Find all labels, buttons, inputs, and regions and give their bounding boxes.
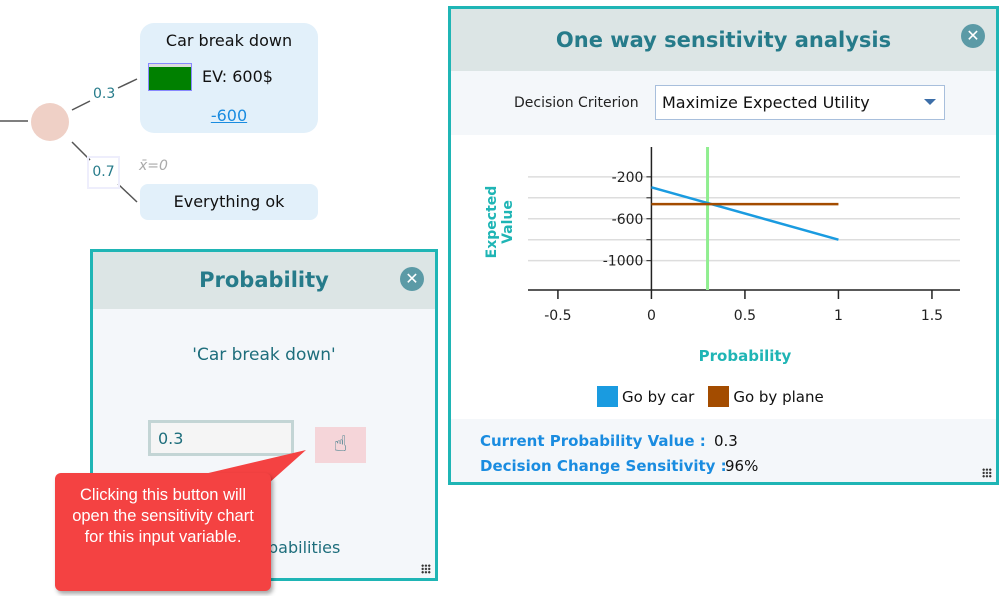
close-icon[interactable]: ✕ xyxy=(400,267,424,291)
callout: Clicking this button will open the sensi… xyxy=(55,473,271,591)
x-tick-label: 1 xyxy=(834,308,843,324)
callout-text: Clicking this button will open the sensi… xyxy=(72,486,254,546)
current-probability-value: 0.3 xyxy=(714,432,738,450)
chevron-down-icon xyxy=(924,99,936,105)
close-icon[interactable]: ✕ xyxy=(961,24,985,48)
legend-swatch xyxy=(597,386,618,407)
criterion-select[interactable]: Maximize Expected Utility xyxy=(655,85,945,120)
resize-grip-icon[interactable] xyxy=(982,468,992,478)
criterion-label: Decision Criterion xyxy=(514,95,639,111)
y-axis-label: Expected Value xyxy=(484,185,516,259)
criterion-value: Maximize Expected Utility xyxy=(662,93,870,112)
y-tick-label: -1000 xyxy=(603,254,644,270)
legend-swatch xyxy=(708,386,730,407)
sensitivity-header: One way sensitivity analysis xyxy=(451,9,996,71)
x-tick-label: 1.5 xyxy=(921,308,943,324)
decision-change-value: 96% xyxy=(725,457,759,475)
sensitivity-title: One way sensitivity analysis xyxy=(555,28,892,52)
decision-change-label: Decision Change Sensitivity : xyxy=(480,457,727,475)
current-probability-label: Current Probability Value : xyxy=(480,432,706,450)
sensitivity-chart: -200 -600 -1000 -0.5 0 0.5 1 1.5 xyxy=(528,147,960,324)
sensitivity-chart-button[interactable]: ☝ xyxy=(315,427,366,463)
hand-pointer-icon: ☝ xyxy=(333,432,348,457)
x-tick-label: -0.5 xyxy=(544,308,571,324)
y-tick-label: -600 xyxy=(612,212,644,228)
y-tick-label: -200 xyxy=(612,170,644,186)
legend-item-go-by-car[interactable]: Go by car xyxy=(597,386,694,407)
x-tick-label: 0.5 xyxy=(734,308,756,324)
legend-item-go-by-plane[interactable]: Go by plane xyxy=(708,386,824,407)
x-tick-label: 0 xyxy=(647,308,656,324)
resize-grip-icon[interactable] xyxy=(421,564,431,574)
series-line-go-by-car xyxy=(651,186,839,241)
legend: Go by car Go by plane xyxy=(597,386,824,407)
x-axis-label: Probability xyxy=(698,347,792,365)
